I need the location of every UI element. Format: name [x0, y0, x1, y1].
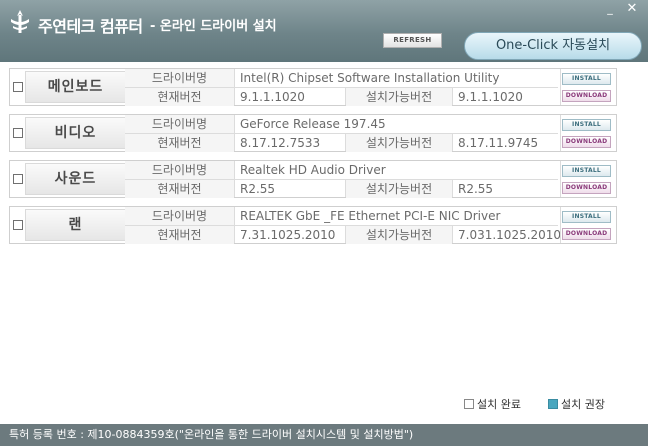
legend-recommended: 설치 권장 [548, 396, 605, 412]
select-checkbox[interactable] [13, 174, 23, 184]
install-button[interactable]: INSTALL [562, 211, 611, 223]
patent-footer: 특허 등록 번호 : 제10-0884359호("온라인을 통한 드라이버 설치… [0, 424, 648, 446]
divider [234, 207, 235, 243]
current-version-value: 7.31.1025.2010 [240, 228, 336, 242]
install-button[interactable]: INSTALL [562, 73, 611, 85]
download-button[interactable]: DOWNLOAD [562, 90, 611, 102]
divider [234, 115, 235, 151]
divider [345, 226, 346, 243]
select-checkbox[interactable] [13, 128, 23, 138]
recommended-swatch-icon [548, 399, 558, 409]
current-version-label: 현재버전 [125, 88, 234, 106]
current-version-label: 현재버전 [125, 226, 234, 244]
legend-installed: 설치 완료 [464, 396, 521, 412]
install-button[interactable]: INSTALL [562, 165, 611, 177]
available-version-label: 설치가능버전 [346, 134, 452, 152]
legend-installed-label: 설치 완료 [477, 398, 521, 411]
available-version-label: 설치가능버전 [346, 180, 452, 198]
driver-name-label: 드라이버명 [125, 161, 234, 179]
divider [560, 115, 561, 151]
available-version-label: 설치가능버전 [346, 226, 452, 244]
title-bar: 주연테크 컴퓨터 - 온라인 드라이버 설치 _ ✕ REFRESH One-C… [0, 0, 648, 62]
legend-recommended-label: 설치 권장 [561, 398, 605, 411]
divider [125, 179, 558, 180]
driver-name-label: 드라이버명 [125, 207, 234, 225]
available-version-value: R2.55 [458, 182, 494, 196]
available-version-value: 8.17.11.9745 [458, 136, 539, 150]
current-version-value: 9.1.1.1020 [240, 90, 305, 104]
brand-title: 주연테크 컴퓨터 [38, 17, 143, 36]
select-checkbox[interactable] [13, 82, 23, 92]
device-name-button[interactable]: 랜 [25, 209, 126, 241]
device-name-button[interactable]: 사운드 [25, 163, 126, 195]
driver-name-label: 드라이버명 [125, 115, 234, 133]
divider [345, 134, 346, 151]
divider [452, 180, 453, 197]
divider [125, 225, 558, 226]
installed-swatch-icon [464, 399, 474, 409]
download-button[interactable]: DOWNLOAD [562, 136, 611, 148]
current-version-label: 현재버전 [125, 134, 234, 152]
divider [452, 134, 453, 151]
app-subtitle: - 온라인 드라이버 설치 [150, 19, 277, 34]
divider [234, 161, 235, 197]
divider [560, 161, 561, 197]
driver-name-label: 드라이버명 [125, 69, 234, 87]
download-button[interactable]: DOWNLOAD [562, 182, 611, 194]
select-checkbox[interactable] [13, 220, 23, 230]
one-click-install-button[interactable]: One-Click 자동설치 [464, 32, 642, 60]
driver-panel-mainboard: 메인보드 드라이버명 Intel(R) Chipset Software Ins… [9, 68, 617, 106]
divider [560, 69, 561, 105]
minimize-button[interactable]: _ [603, 3, 617, 17]
driver-name-value: Intel(R) Chipset Software Installation U… [240, 71, 500, 85]
divider [452, 226, 453, 243]
download-button[interactable]: DOWNLOAD [562, 228, 611, 240]
divider [560, 207, 561, 243]
device-name-button[interactable]: 비디오 [25, 117, 126, 149]
close-button[interactable]: ✕ [624, 2, 640, 17]
divider [452, 88, 453, 105]
divider [345, 88, 346, 105]
driver-name-value: GeForce Release 197.45 [240, 117, 386, 131]
refresh-button[interactable]: REFRESH [383, 33, 442, 48]
driver-panel-sound: 사운드 드라이버명 Realtek HD Audio Driver 현재버전 R… [9, 160, 617, 198]
device-name-button[interactable]: 메인보드 [25, 71, 126, 103]
divider [345, 180, 346, 197]
jooyon-logo-icon [11, 10, 29, 33]
current-version-value: 8.17.12.7533 [240, 136, 321, 150]
driver-name-value: REALTEK GbE _FE Ethernet PCI-E NIC Drive… [240, 209, 501, 223]
current-version-label: 현재버전 [125, 180, 234, 198]
divider [125, 87, 558, 88]
divider [125, 133, 558, 134]
driver-panel-video: 비디오 드라이버명 GeForce Release 197.45 현재버전 8.… [9, 114, 617, 152]
driver-panel-lan: 랜 드라이버명 REALTEK GbE _FE Ethernet PCI-E N… [9, 206, 617, 244]
current-version-value: R2.55 [240, 182, 276, 196]
available-version-label: 설치가능버전 [346, 88, 452, 106]
available-version-value: 7.031.1025.2010 [458, 228, 560, 242]
driver-name-value: Realtek HD Audio Driver [240, 163, 386, 177]
available-version-value: 9.1.1.1020 [458, 90, 523, 104]
install-button[interactable]: INSTALL [562, 119, 611, 131]
divider [234, 69, 235, 105]
